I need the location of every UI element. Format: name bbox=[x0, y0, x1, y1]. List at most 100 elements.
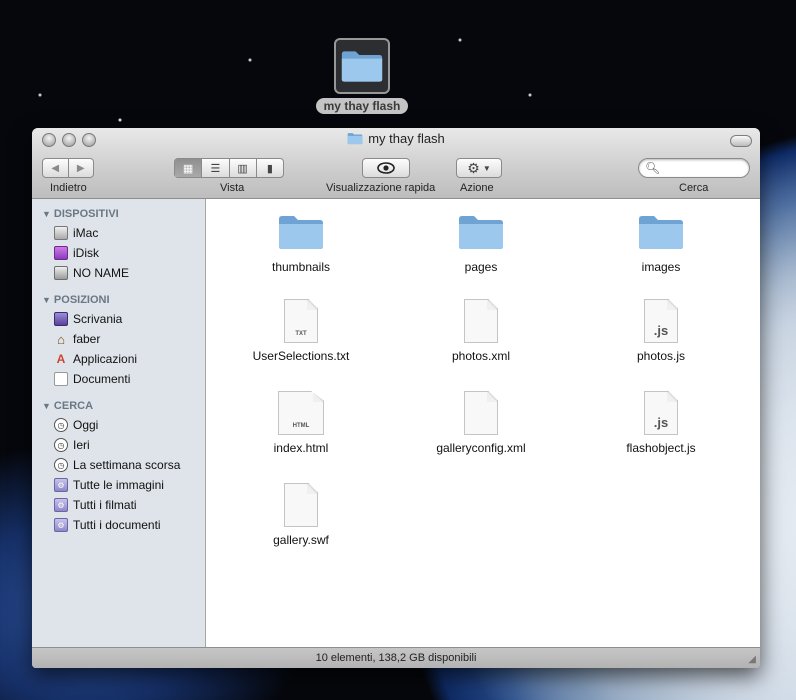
chevron-down-icon: ▼ bbox=[482, 163, 491, 173]
applications-icon: A bbox=[56, 352, 66, 366]
file-item-flashobject-js[interactable]: .js flashobject.js bbox=[586, 391, 736, 455]
back-arrow-icon: ◀ bbox=[51, 162, 60, 174]
toolbar-toggle-button[interactable] bbox=[730, 135, 752, 147]
javascript-document-icon: .js bbox=[644, 299, 678, 343]
imac-icon bbox=[54, 226, 68, 240]
clock-icon: ◷ bbox=[54, 438, 68, 452]
smart-folder-icon: ⚙ bbox=[54, 518, 68, 532]
icon-grid-icon: ▦ bbox=[182, 162, 194, 175]
sidebar-item-documenti[interactable]: Documenti bbox=[32, 369, 205, 389]
sidebar-item-imac[interactable]: iMac bbox=[32, 223, 205, 243]
text-document-icon: TXT bbox=[284, 299, 318, 343]
sidebar: ▼ DISPOSITIVI iMac iDisk NO NAME ▼ POSIZIO… bbox=[32, 199, 206, 648]
file-name: galleryconfig.xml bbox=[436, 441, 526, 455]
javascript-document-icon: .js bbox=[644, 391, 678, 435]
columns-icon: ▥ bbox=[237, 162, 248, 175]
file-name: thumbnails bbox=[271, 260, 331, 274]
back-button[interactable]: ◀ bbox=[43, 159, 68, 177]
folder-icon bbox=[639, 216, 683, 249]
file-item-userselections-txt[interactable]: TXT UserSelections.txt bbox=[226, 299, 376, 363]
file-item-galleryconfig-xml[interactable]: galleryconfig.xml bbox=[406, 391, 556, 455]
disclosure-triangle-icon: ▼ bbox=[42, 209, 51, 219]
file-item-photos-js[interactable]: .js photos.js bbox=[586, 299, 736, 363]
window-title: my thay flash bbox=[32, 131, 760, 146]
gear-icon: ⚙ bbox=[467, 159, 480, 176]
view-switcher: ▦ ☰ ▥ ▮ bbox=[174, 158, 284, 178]
quicklook-label: Visualizzazione rapida bbox=[326, 182, 436, 194]
window-titlebar: my thay flash ◀ ▶ Indietro ▦ ☰ ▥ ▮ Vista… bbox=[32, 128, 760, 199]
back-label: Indietro bbox=[50, 182, 87, 194]
window-body: ▼ DISPOSITIVI iMac iDisk NO NAME ▼ POSIZIO… bbox=[32, 199, 760, 648]
file-name: photos.xml bbox=[451, 349, 511, 363]
html-document-icon: HTML bbox=[278, 391, 324, 435]
folder-icon bbox=[341, 51, 383, 82]
column-view-button[interactable]: ▥ bbox=[228, 159, 256, 177]
sidebar-item-applicazioni[interactable]: A Applicazioni bbox=[32, 349, 205, 369]
xml-document-icon bbox=[464, 391, 498, 435]
icon-view-button[interactable]: ▦ bbox=[175, 159, 202, 177]
sidebar-item-scrivania[interactable]: Scrivania bbox=[32, 309, 205, 329]
eye-icon bbox=[377, 162, 395, 174]
sidebar-item-tutti-documenti[interactable]: ⚙ Tutti i documenti bbox=[32, 515, 205, 535]
file-name: images bbox=[641, 260, 681, 274]
desktop-folder-label: my thay flash bbox=[315, 98, 409, 114]
file-item-index-html[interactable]: HTML index.html bbox=[226, 391, 376, 455]
coverflow-icon: ▮ bbox=[266, 162, 273, 175]
back-forward-group: ◀ ▶ bbox=[42, 158, 94, 178]
coverflow-view-button[interactable]: ▮ bbox=[255, 159, 283, 177]
action-label: Azione bbox=[460, 182, 494, 194]
sidebar-section-places[interactable]: ▼ POSIZIONI bbox=[32, 291, 205, 309]
window-title-text: my thay flash bbox=[368, 131, 445, 146]
file-name: pages bbox=[464, 260, 498, 274]
list-icon: ☰ bbox=[210, 162, 221, 175]
sidebar-item-faber[interactable]: ⌂ faber bbox=[32, 329, 205, 349]
disclosure-triangle-icon: ▼ bbox=[42, 401, 51, 411]
sidebar-item-oggi[interactable]: ◷ Oggi bbox=[32, 415, 205, 435]
swf-document-icon bbox=[284, 483, 318, 527]
status-bar: 10 elementi, 138,2 GB disponibili ◢ bbox=[32, 647, 760, 668]
folder-icon bbox=[279, 216, 323, 249]
clock-icon: ◷ bbox=[54, 418, 68, 432]
quicklook-button[interactable] bbox=[362, 158, 410, 178]
home-icon: ⌂ bbox=[57, 331, 65, 347]
folder-icon bbox=[459, 216, 503, 249]
file-item-images[interactable]: images bbox=[586, 213, 736, 274]
idisk-icon bbox=[54, 246, 68, 260]
clock-icon: ◷ bbox=[54, 458, 68, 472]
desktop-folder-selection bbox=[334, 38, 390, 94]
search-field[interactable]: 🔍︎ bbox=[638, 158, 750, 178]
sidebar-section-search[interactable]: ▼ CERCA bbox=[32, 397, 205, 415]
sidebar-item-settimana-scorsa[interactable]: ◷ La settimana scorsa bbox=[32, 455, 205, 475]
file-item-pages[interactable]: pages bbox=[406, 213, 556, 274]
file-name: index.html bbox=[273, 441, 329, 455]
sidebar-section-devices[interactable]: ▼ DISPOSITIVI bbox=[32, 205, 205, 223]
desktop-icon bbox=[54, 312, 68, 326]
search-icon: 🔍︎ bbox=[645, 161, 661, 175]
smart-folder-icon: ⚙ bbox=[54, 498, 68, 512]
desktop-folder[interactable]: my thay flash bbox=[312, 38, 412, 115]
list-view-button[interactable]: ☰ bbox=[201, 159, 228, 177]
sidebar-item-no-name[interactable]: NO NAME bbox=[32, 263, 205, 283]
file-item-gallery-swf[interactable]: gallery.swf bbox=[226, 483, 376, 547]
sidebar-item-idisk[interactable]: iDisk bbox=[32, 243, 205, 263]
sidebar-item-tutte-immagini[interactable]: ⚙ Tutte le immagini bbox=[32, 475, 205, 495]
resize-grip-icon[interactable]: ◢ bbox=[748, 654, 756, 665]
drive-icon bbox=[54, 266, 68, 280]
search-label: Cerca bbox=[679, 182, 709, 194]
view-label: Vista bbox=[220, 182, 245, 194]
forward-arrow-icon: ▶ bbox=[76, 162, 85, 174]
file-name: UserSelections.txt bbox=[252, 349, 350, 363]
folder-icon bbox=[347, 133, 363, 145]
smart-folder-icon: ⚙ bbox=[54, 478, 68, 492]
disclosure-triangle-icon: ▼ bbox=[42, 295, 51, 305]
file-item-photos-xml[interactable]: photos.xml bbox=[406, 299, 556, 363]
sidebar-item-ieri[interactable]: ◷ Ieri bbox=[32, 435, 205, 455]
finder-window: my thay flash ◀ ▶ Indietro ▦ ☰ ▥ ▮ Vista… bbox=[32, 128, 760, 668]
file-item-thumbnails[interactable]: thumbnails bbox=[226, 213, 376, 274]
action-menu-button[interactable]: ⚙ ▼ bbox=[456, 158, 502, 178]
forward-button[interactable]: ▶ bbox=[67, 159, 94, 177]
file-name: photos.js bbox=[636, 349, 686, 363]
file-name: gallery.swf bbox=[273, 533, 329, 547]
sidebar-item-tutti-filmati[interactable]: ⚙ Tutti i filmati bbox=[32, 495, 205, 515]
file-name: flashobject.js bbox=[626, 441, 696, 455]
